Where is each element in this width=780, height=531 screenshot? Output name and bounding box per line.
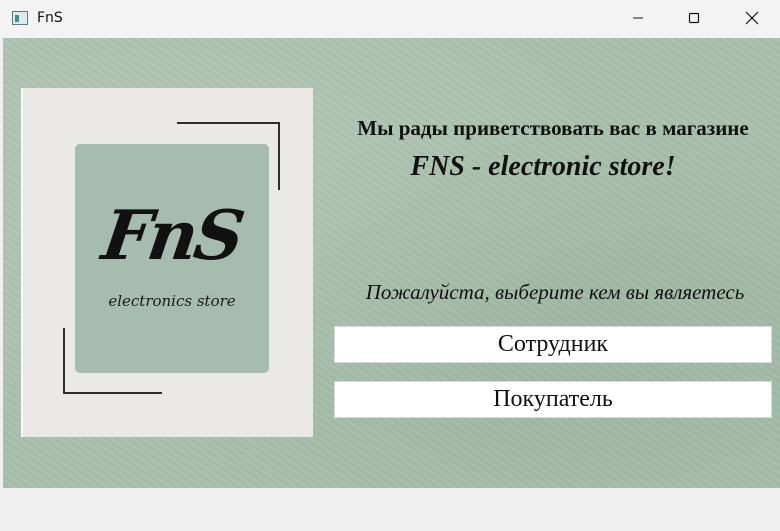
app-icon (12, 11, 28, 25)
logo-tagline: electronics store (108, 292, 236, 310)
customer-button[interactable]: Покупатель (334, 381, 772, 418)
title-bar: FnS (0, 0, 780, 38)
window-title: FnS (37, 10, 63, 26)
maximize-icon (688, 12, 700, 24)
bottom-bar (3, 488, 780, 531)
maximize-button[interactable] (671, 0, 717, 36)
role-prompt: Пожалуйста, выберите кем вы являетесь (365, 280, 745, 304)
minimize-icon (633, 17, 643, 19)
logo-card: FnS electronics store (23, 88, 313, 437)
employee-button[interactable]: Сотрудник (334, 326, 772, 363)
welcome-heading: Мы рады приветствовать вас в магазине (357, 116, 749, 140)
minimize-button[interactable] (615, 0, 661, 36)
close-icon (745, 11, 759, 25)
close-button[interactable] (729, 0, 775, 36)
main-content: FnS electronics store Мы рады приветство… (3, 38, 780, 488)
decorative-corner-bottom (63, 328, 162, 394)
logo-brand: FnS (97, 196, 247, 276)
store-name-heading: FNS - electronic store! (410, 151, 676, 182)
